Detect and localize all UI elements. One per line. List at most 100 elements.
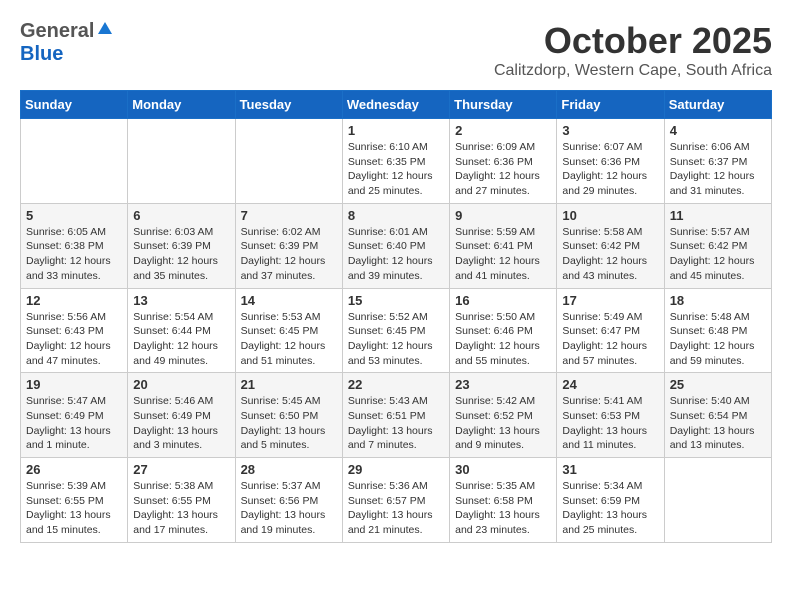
calendar-cell: 28 Sunrise: 5:37 AM Sunset: 6:56 PM Dayli… [235,458,342,543]
calendar-cell: 30 Sunrise: 5:35 AM Sunset: 6:58 PM Dayli… [450,458,557,543]
day-number: 15 [348,293,444,308]
day-number: 18 [670,293,766,308]
day-info: Sunrise: 6:01 AM Sunset: 6:40 PM Dayligh… [348,225,444,284]
day-number: 5 [26,208,122,223]
column-header-saturday: Saturday [664,91,771,119]
column-header-tuesday: Tuesday [235,91,342,119]
calendar-cell: 9 Sunrise: 5:59 AM Sunset: 6:41 PM Daylig… [450,203,557,288]
day-info: Sunrise: 5:59 AM Sunset: 6:41 PM Dayligh… [455,225,551,284]
day-number: 9 [455,208,551,223]
day-info: Sunrise: 5:40 AM Sunset: 6:54 PM Dayligh… [670,394,766,453]
week-row-3: 12 Sunrise: 5:56 AM Sunset: 6:43 PM Dayli… [21,288,772,373]
day-info: Sunrise: 5:48 AM Sunset: 6:48 PM Dayligh… [670,310,766,369]
calendar-cell: 6Sunrise: 6:03 AM Sunset: 6:39 PM Daylig… [128,203,235,288]
day-info: Sunrise: 5:39 AM Sunset: 6:55 PM Dayligh… [26,479,122,538]
day-number: 24 [562,377,658,392]
week-row-2: 5 Sunrise: 6:05 AM Sunset: 6:38 PM Daylig… [21,203,772,288]
day-info: Sunrise: 5:35 AM Sunset: 6:58 PM Dayligh… [455,479,551,538]
calendar-cell: 5 Sunrise: 6:05 AM Sunset: 6:38 PM Daylig… [21,203,128,288]
column-header-monday: Monday [128,91,235,119]
day-number: 8 [348,208,444,223]
calendar-cell: 24 Sunrise: 5:41 AM Sunset: 6:53 PM Dayli… [557,373,664,458]
day-info: Sunrise: 5:42 AM Sunset: 6:52 PM Dayligh… [455,394,551,453]
calendar-cell: 31Sunrise: 5:34 AM Sunset: 6:59 PM Dayli… [557,458,664,543]
day-number: 31 [562,462,658,477]
calendar-cell: 15 Sunrise: 5:52 AM Sunset: 6:45 PM Dayli… [342,288,449,373]
calendar-cell: 16 Sunrise: 5:50 AM Sunset: 6:46 PM Dayli… [450,288,557,373]
day-number: 1 [348,123,444,138]
calendar-cell: 10Sunrise: 5:58 AM Sunset: 6:42 PM Dayli… [557,203,664,288]
day-info: Sunrise: 5:43 AM Sunset: 6:51 PM Dayligh… [348,394,444,453]
day-number: 26 [26,462,122,477]
week-row-5: 26 Sunrise: 5:39 AM Sunset: 6:55 PM Dayli… [21,458,772,543]
day-info: Sunrise: 5:50 AM Sunset: 6:46 PM Dayligh… [455,310,551,369]
calendar-cell: 25Sunrise: 5:40 AM Sunset: 6:54 PM Dayli… [664,373,771,458]
day-info: Sunrise: 6:02 AM Sunset: 6:39 PM Dayligh… [241,225,337,284]
day-number: 2 [455,123,551,138]
logo: General Blue [20,20,114,66]
day-info: Sunrise: 5:52 AM Sunset: 6:45 PM Dayligh… [348,310,444,369]
column-header-sunday: Sunday [21,91,128,119]
calendar-cell: 26 Sunrise: 5:39 AM Sunset: 6:55 PM Dayli… [21,458,128,543]
calendar-cell: 14 Sunrise: 5:53 AM Sunset: 6:45 PM Dayli… [235,288,342,373]
day-info: Sunrise: 6:09 AM Sunset: 6:36 PM Dayligh… [455,140,551,199]
day-number: 17 [562,293,658,308]
calendar-table: SundayMondayTuesdayWednesdayThursdayFrid… [20,90,772,543]
day-number: 10 [562,208,658,223]
day-info: Sunrise: 6:07 AM Sunset: 6:36 PM Dayligh… [562,140,658,199]
day-number: 13 [133,293,229,308]
calendar-cell: 23Sunrise: 5:42 AM Sunset: 6:52 PM Dayli… [450,373,557,458]
calendar-cell: 20 Sunrise: 5:46 AM Sunset: 6:49 PM Dayli… [128,373,235,458]
logo-icon [96,20,114,38]
calendar-cell: 4Sunrise: 6:06 AM Sunset: 6:37 PM Daylig… [664,119,771,204]
day-info: Sunrise: 6:03 AM Sunset: 6:39 PM Dayligh… [133,225,229,284]
calendar-cell: 18 Sunrise: 5:48 AM Sunset: 6:48 PM Dayli… [664,288,771,373]
logo-general: General [20,20,94,43]
week-row-1: 1 Sunrise: 6:10 AM Sunset: 6:35 PM Daylig… [21,119,772,204]
day-number: 20 [133,377,229,392]
page-header: General Blue October 2025 Calitzdorp, We… [20,20,772,80]
day-info: Sunrise: 5:49 AM Sunset: 6:47 PM Dayligh… [562,310,658,369]
day-info: Sunrise: 5:57 AM Sunset: 6:42 PM Dayligh… [670,225,766,284]
day-number: 29 [348,462,444,477]
day-info: Sunrise: 5:53 AM Sunset: 6:45 PM Dayligh… [241,310,337,369]
day-number: 16 [455,293,551,308]
day-number: 30 [455,462,551,477]
calendar-cell: 12 Sunrise: 5:56 AM Sunset: 6:43 PM Dayli… [21,288,128,373]
calendar-cell: 7 Sunrise: 6:02 AM Sunset: 6:39 PM Daylig… [235,203,342,288]
day-number: 28 [241,462,337,477]
day-info: Sunrise: 6:10 AM Sunset: 6:35 PM Dayligh… [348,140,444,199]
calendar-cell [21,119,128,204]
day-number: 19 [26,377,122,392]
day-info: Sunrise: 5:36 AM Sunset: 6:57 PM Dayligh… [348,479,444,538]
calendar-cell [235,119,342,204]
calendar-cell: 2 Sunrise: 6:09 AM Sunset: 6:36 PM Daylig… [450,119,557,204]
day-number: 11 [670,208,766,223]
subtitle: Calitzdorp, Western Cape, South Africa [494,62,772,80]
day-info: Sunrise: 5:46 AM Sunset: 6:49 PM Dayligh… [133,394,229,453]
day-info: Sunrise: 6:06 AM Sunset: 6:37 PM Dayligh… [670,140,766,199]
calendar-cell: 27Sunrise: 5:38 AM Sunset: 6:55 PM Dayli… [128,458,235,543]
day-info: Sunrise: 5:54 AM Sunset: 6:44 PM Dayligh… [133,310,229,369]
calendar-cell: 21Sunrise: 5:45 AM Sunset: 6:50 PM Dayli… [235,373,342,458]
calendar-cell: 1 Sunrise: 6:10 AM Sunset: 6:35 PM Daylig… [342,119,449,204]
day-number: 12 [26,293,122,308]
calendar-cell: 13 Sunrise: 5:54 AM Sunset: 6:44 PM Dayli… [128,288,235,373]
day-info: Sunrise: 5:56 AM Sunset: 6:43 PM Dayligh… [26,310,122,369]
day-number: 7 [241,208,337,223]
day-info: Sunrise: 5:41 AM Sunset: 6:53 PM Dayligh… [562,394,658,453]
column-header-friday: Friday [557,91,664,119]
calendar-cell: 8 Sunrise: 6:01 AM Sunset: 6:40 PM Daylig… [342,203,449,288]
logo-blue: Blue [20,43,63,66]
day-info: Sunrise: 5:47 AM Sunset: 6:49 PM Dayligh… [26,394,122,453]
day-info: Sunrise: 5:37 AM Sunset: 6:56 PM Dayligh… [241,479,337,538]
title-block: October 2025 Calitzdorp, Western Cape, S… [494,20,772,80]
calendar-cell: 3Sunrise: 6:07 AM Sunset: 6:36 PM Daylig… [557,119,664,204]
calendar-cell: 22Sunrise: 5:43 AM Sunset: 6:51 PM Dayli… [342,373,449,458]
column-header-thursday: Thursday [450,91,557,119]
week-row-4: 19 Sunrise: 5:47 AM Sunset: 6:49 PM Dayli… [21,373,772,458]
day-number: 14 [241,293,337,308]
day-number: 21 [241,377,337,392]
calendar-cell [664,458,771,543]
day-info: Sunrise: 6:05 AM Sunset: 6:38 PM Dayligh… [26,225,122,284]
